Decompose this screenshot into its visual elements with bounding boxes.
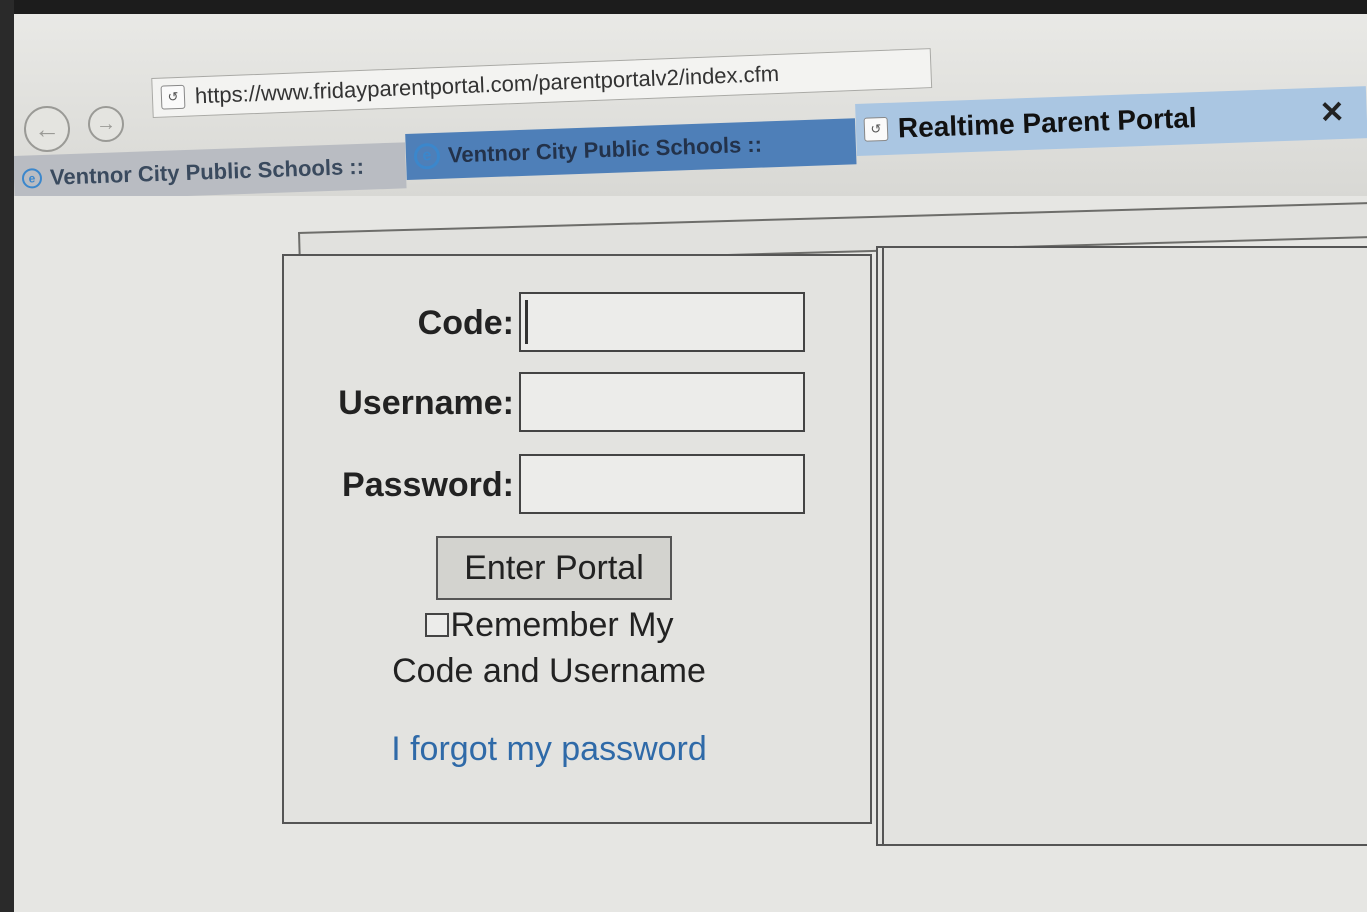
- username-label: Username:: [338, 384, 514, 422]
- code-row: Code:: [284, 292, 874, 356]
- forgot-password-link[interactable]: I forgot my password: [384, 730, 714, 769]
- username-input[interactable]: [519, 372, 805, 432]
- page-icon: ↺: [160, 84, 186, 110]
- url-text: https://www.fridayparentportal.com/paren…: [194, 60, 780, 109]
- tab-label: Realtime Parent Portal: [897, 102, 1198, 144]
- screen-bezel-left: [0, 0, 14, 912]
- internet-explorer-icon: e: [21, 168, 43, 189]
- tab-label: Ventnor City Public Schools ::: [49, 153, 365, 190]
- password-label: Password:: [342, 466, 514, 504]
- tab-label: Ventnor City Public Schools ::: [447, 131, 763, 168]
- screen-bezel-top: [0, 0, 1367, 14]
- page-content: Code: Username: Password: Enter Portal R…: [14, 196, 1367, 912]
- page-icon: ↺: [863, 116, 889, 142]
- remember-label-line2: Code and Username: [392, 652, 706, 690]
- internet-explorer-icon: e: [413, 142, 441, 170]
- remember-checkbox[interactable]: [424, 613, 449, 637]
- tab-strip: e Ventnor City Public Schools :: e Ventn…: [13, 86, 1367, 202]
- password-row: Password:: [284, 454, 874, 518]
- text-cursor: [525, 300, 528, 344]
- address-bar[interactable]: ↺ https://www.fridayparentportal.com/par…: [151, 48, 933, 118]
- code-label: Code:: [417, 304, 514, 342]
- tab-ventnor-2[interactable]: e Ventnor City Public Schools ::: [405, 118, 857, 180]
- remember-me: Remember My Code and Username: [384, 602, 714, 694]
- password-input[interactable]: [519, 454, 805, 514]
- remember-label-line1: Remember My: [450, 606, 674, 644]
- username-row: Username:: [284, 372, 874, 436]
- right-content-panel: [876, 246, 1367, 846]
- close-icon[interactable]: ✕: [1319, 95, 1345, 131]
- enter-portal-button[interactable]: Enter Portal: [436, 536, 672, 600]
- login-panel: Code: Username: Password: Enter Portal R…: [282, 254, 872, 824]
- tab-ventnor-1[interactable]: e Ventnor City Public Schools ::: [13, 142, 407, 202]
- code-input[interactable]: [519, 292, 805, 352]
